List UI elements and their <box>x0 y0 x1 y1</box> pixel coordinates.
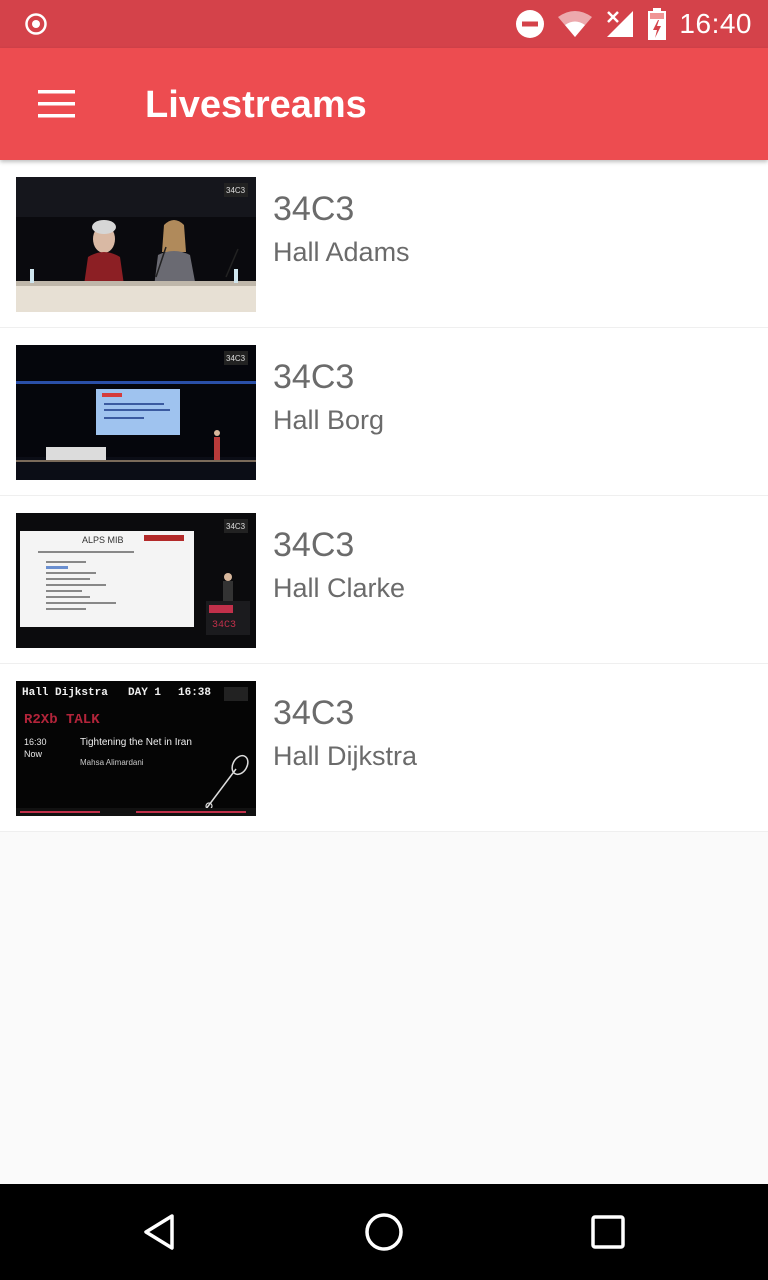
thumb-talk-now: Now <box>24 749 43 759</box>
list-item-hall-borg[interactable]: 34C3 34C3 Hall Borg <box>0 328 768 496</box>
app-bar: Livestreams <box>0 48 768 160</box>
thumb-hall-name: Hall Dijkstra <box>22 687 108 699</box>
stream-title: 34C3 <box>273 694 355 732</box>
hamburger-menu-icon[interactable] <box>28 80 84 128</box>
recents-icon[interactable] <box>584 1208 632 1256</box>
svg-text:34C3: 34C3 <box>226 522 246 531</box>
signal-no-service-icon <box>607 11 634 37</box>
status-time: 16:40 <box>679 8 752 39</box>
thumb-talk-title: Tightening the Net in Iran <box>80 737 192 748</box>
svg-text:34C3: 34C3 <box>226 354 246 363</box>
status-bar: 16:40 <box>0 0 768 48</box>
stream-subtitle: Hall Borg <box>273 405 385 435</box>
do-not-disturb-icon <box>516 10 545 38</box>
thumb-talk-time: 16:30 <box>24 737 47 747</box>
svg-text:34C3: 34C3 <box>212 620 236 631</box>
stream-list: 34C3 34C3 Hall Adams 34C3 34C3 Hall Borg… <box>0 160 768 832</box>
stream-thumbnail: 34C3 <box>16 177 256 312</box>
record-icon <box>25 13 47 35</box>
thumb-day: DAY 1 <box>128 687 161 699</box>
thumb-talk-label: R2Xb TALK <box>24 712 100 728</box>
back-icon[interactable] <box>136 1208 184 1256</box>
thumb-time: 16:38 <box>178 687 211 699</box>
wifi-icon <box>558 11 593 37</box>
navigation-bar <box>0 1184 768 1280</box>
stream-subtitle: Hall Clarke <box>273 573 406 603</box>
page-title: Livestreams <box>145 84 367 126</box>
stream-thumbnail: Hall Dijkstra DAY 1 16:38 R2Xb TALK 16:3… <box>16 681 256 816</box>
stream-thumbnail: 34C3 <box>16 345 256 480</box>
stream-title: 34C3 <box>273 190 355 228</box>
slide-title: ALPS MIB <box>82 535 124 545</box>
stream-title: 34C3 <box>273 358 355 396</box>
list-item-hall-adams[interactable]: 34C3 34C3 Hall Adams <box>0 160 768 328</box>
battery-charging-icon <box>648 8 667 40</box>
stream-title: 34C3 <box>273 526 355 564</box>
svg-text:34C3: 34C3 <box>226 186 246 195</box>
list-item-hall-clarke[interactable]: 34C3 ALPS MIB 34C3 34C3 Hall Clarke <box>0 496 768 664</box>
thumb-talk-speaker: Mahsa Alimardani <box>80 758 144 767</box>
stream-subtitle: Hall Adams <box>273 237 410 267</box>
stream-subtitle: Hall Dijkstra <box>273 741 418 771</box>
home-icon[interactable] <box>360 1208 408 1256</box>
stream-thumbnail: 34C3 ALPS MIB 34C3 <box>16 513 256 648</box>
list-item-hall-dijkstra[interactable]: Hall Dijkstra DAY 1 16:38 R2Xb TALK 16:3… <box>0 664 768 832</box>
status-icons: 16:40 <box>515 0 752 48</box>
